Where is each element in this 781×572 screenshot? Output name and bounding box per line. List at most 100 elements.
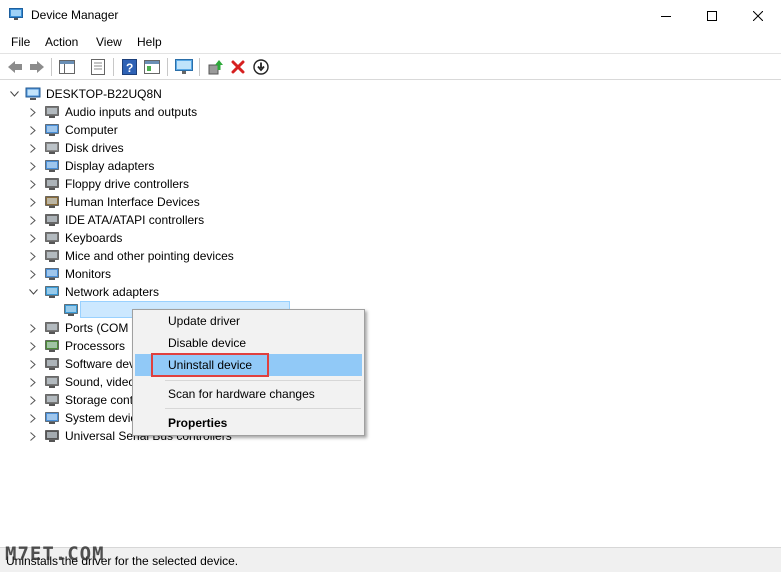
speaker-icon <box>45 106 59 118</box>
hid-icon <box>45 196 59 208</box>
tree-item-label: Monitors <box>65 267 112 281</box>
disable-device-button[interactable] <box>251 57 271 77</box>
maximize-button[interactable] <box>689 0 735 31</box>
tree-item-label: Processors <box>65 339 126 353</box>
expand-chevron-icon[interactable] <box>28 250 38 262</box>
tree-category-item[interactable]: Computer <box>0 121 300 139</box>
svg-text:?: ? <box>126 61 133 75</box>
expand-chevron-icon[interactable] <box>28 214 38 226</box>
context-update-driver[interactable]: Update driver <box>135 310 362 332</box>
expand-chevron-icon[interactable] <box>28 376 38 388</box>
expand-chevron-icon[interactable] <box>28 340 38 352</box>
tree-item-label: Floppy drive controllers <box>65 177 190 191</box>
tree-item-label: Computer <box>65 123 118 137</box>
tree-category-item[interactable]: Keyboards <box>0 229 300 247</box>
tree-item-label: Keyboards <box>65 231 123 245</box>
collapse-chevron-icon[interactable] <box>28 286 38 298</box>
context-separator <box>165 380 361 381</box>
view-resources-icon <box>144 60 160 74</box>
back-icon <box>8 61 22 73</box>
uninstall-icon <box>231 60 245 74</box>
expand-chevron-icon[interactable] <box>28 268 38 280</box>
tree-category-item[interactable]: Display adapters <box>0 157 300 175</box>
menu-help[interactable]: Help <box>137 35 162 49</box>
forward-button[interactable] <box>27 57 47 77</box>
back-button[interactable] <box>5 57 25 77</box>
tree-category-item[interactable]: Audio inputs and outputs <box>0 103 300 121</box>
usb-icon <box>45 430 59 442</box>
tree-item-label: Human Interface Devices <box>65 195 200 209</box>
expand-chevron-icon[interactable] <box>28 430 38 442</box>
properties-button[interactable] <box>88 57 108 77</box>
expand-chevron-icon[interactable] <box>28 232 38 244</box>
expand-chevron-icon[interactable] <box>28 412 38 424</box>
title-bar: Device Manager <box>0 0 781 31</box>
tree-category-item[interactable]: Floppy drive controllers <box>0 175 300 193</box>
computer-icon <box>45 124 59 136</box>
tree-item-label: Display adapters <box>65 159 155 173</box>
expand-chevron-icon[interactable] <box>28 160 38 172</box>
window-title: Device Manager <box>31 8 119 22</box>
expand-chevron-icon[interactable] <box>28 124 38 136</box>
expand-chevron-icon[interactable] <box>28 178 38 190</box>
toolbar-separator <box>51 58 52 76</box>
show-hide-tree-icon <box>59 60 75 74</box>
menu-view[interactable]: View <box>96 35 122 49</box>
toolbar-separator <box>199 58 200 76</box>
update-driver-icon <box>208 60 223 75</box>
context-item-label: Disable device <box>168 336 247 350</box>
collapse-chevron-icon[interactable] <box>9 88 19 100</box>
scan-hardware-button[interactable] <box>174 57 194 77</box>
context-disable-device[interactable]: Disable device <box>135 332 362 354</box>
disk-icon <box>45 142 59 154</box>
expand-chevron-icon[interactable] <box>28 394 38 406</box>
tree-item-label: Audio inputs and outputs <box>65 105 198 119</box>
update-driver-button[interactable] <box>206 57 226 77</box>
context-scan-hardware[interactable]: Scan for hardware changes <box>135 383 362 405</box>
maximize-icon <box>707 10 717 21</box>
software-icon <box>45 358 59 370</box>
properties-sheet-icon <box>91 59 105 75</box>
menu-file[interactable]: File <box>11 35 30 49</box>
tree-category-item[interactable]: Human Interface Devices <box>0 193 300 211</box>
minimize-button[interactable] <box>643 0 689 31</box>
context-properties[interactable]: Properties <box>135 412 362 434</box>
keyboard-icon <box>45 232 59 244</box>
context-item-label: Update driver <box>168 314 241 328</box>
watermark: M7ET.COM <box>5 543 105 565</box>
port-icon <box>45 322 59 334</box>
expand-chevron-icon[interactable] <box>28 358 38 370</box>
processor-icon <box>45 340 59 352</box>
status-bar: Uninstalls the driver for the selected d… <box>0 547 781 572</box>
expand-chevron-icon[interactable] <box>28 322 38 334</box>
controller-icon <box>45 178 59 190</box>
display-adapter-icon <box>45 160 59 172</box>
context-separator <box>165 408 361 409</box>
highlight-annotation-box <box>151 353 269 377</box>
mouse-icon <box>45 250 59 262</box>
tree-root-label: DESKTOP-B22UQ8N <box>46 87 162 101</box>
help-icon: ? <box>121 59 137 75</box>
monitor-icon <box>45 268 59 280</box>
tree-category-item[interactable]: Monitors <box>0 265 300 283</box>
minimize-icon <box>661 15 671 17</box>
tree-category-item[interactable]: IDE ATA/ATAPI controllers <box>0 211 300 229</box>
help-button[interactable]: ? <box>119 57 139 77</box>
menu-action[interactable]: Action <box>45 35 78 49</box>
expand-chevron-icon[interactable] <box>28 142 38 154</box>
tree-item-label: Network adapters <box>65 285 160 299</box>
tree-category-item[interactable]: Disk drives <box>0 139 300 157</box>
network-icon <box>45 286 59 298</box>
device-manager-icon <box>9 8 23 20</box>
view-resources-button[interactable] <box>142 57 162 77</box>
expand-chevron-icon[interactable] <box>28 106 38 118</box>
tree-root[interactable]: DESKTOP-B22UQ8N <box>0 85 300 103</box>
expand-chevron-icon[interactable] <box>28 196 38 208</box>
computer-root-icon <box>25 87 41 100</box>
tree-item-label: Mice and other pointing devices <box>65 249 234 263</box>
show-hide-console-tree-button[interactable] <box>57 57 77 77</box>
tree-category-item[interactable]: Mice and other pointing devices <box>0 247 300 265</box>
tree-category-item[interactable]: Network adapters <box>0 283 300 301</box>
uninstall-device-button[interactable] <box>228 57 248 77</box>
close-button[interactable] <box>735 0 781 31</box>
